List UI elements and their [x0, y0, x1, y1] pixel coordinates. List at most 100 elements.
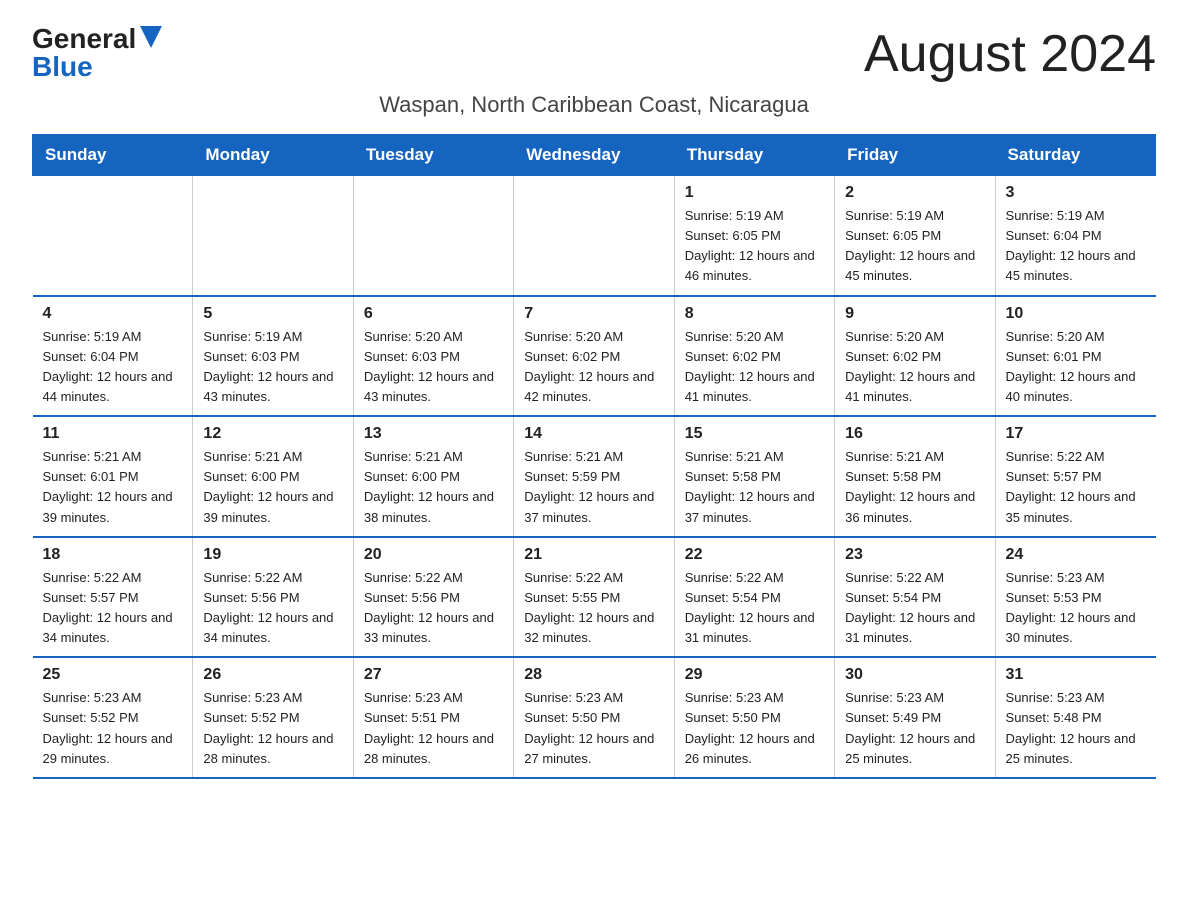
subtitle: Waspan, North Caribbean Coast, Nicaragua [32, 92, 1156, 118]
calendar-cell: 22 Sunrise: 5:22 AMSunset: 5:54 PMDayligh… [674, 537, 834, 658]
day-info: Sunrise: 5:19 AMSunset: 6:03 PMDaylight:… [203, 327, 342, 408]
day-info: Sunrise: 5:22 AMSunset: 5:55 PMDaylight:… [524, 568, 663, 649]
calendar-cell: 20 Sunrise: 5:22 AMSunset: 5:56 PMDayligh… [353, 537, 513, 658]
calendar-cell: 15 Sunrise: 5:21 AMSunset: 5:58 PMDayligh… [674, 416, 834, 537]
header-sunday: Sunday [33, 135, 193, 176]
day-number: 12 [203, 425, 342, 443]
calendar-cell: 24 Sunrise: 5:23 AMSunset: 5:53 PMDayligh… [995, 537, 1155, 658]
calendar-cell [33, 176, 193, 296]
calendar-cell: 23Sunrise: 5:22 AMSunset: 5:54 PMDayligh… [835, 537, 995, 658]
day-info: Sunrise: 5:20 AMSunset: 6:03 PMDaylight:… [364, 327, 503, 408]
day-info: Sunrise: 5:22 AMSunset: 5:56 PMDaylight:… [364, 568, 503, 649]
calendar-cell [193, 176, 353, 296]
day-number: 7 [524, 305, 663, 323]
day-number: 2 [845, 184, 984, 202]
day-number: 15 [685, 425, 824, 443]
logo-triangle-icon [140, 26, 162, 48]
calendar-cell: 29Sunrise: 5:23 AMSunset: 5:50 PMDayligh… [674, 657, 834, 778]
calendar-cell [353, 176, 513, 296]
page-title: August 2024 [864, 24, 1156, 84]
header-saturday: Saturday [995, 135, 1155, 176]
header-monday: Monday [193, 135, 353, 176]
calendar-cell: 11 Sunrise: 5:21 AMSunset: 6:01 PMDayligh… [33, 416, 193, 537]
day-info: Sunrise: 5:22 AMSunset: 5:57 PMDaylight:… [43, 568, 183, 649]
day-info: Sunrise: 5:20 AMSunset: 6:01 PMDaylight:… [1006, 327, 1146, 408]
day-info: Sunrise: 5:21 AMSunset: 6:00 PMDaylight:… [203, 447, 342, 528]
day-info: Sunrise: 5:19 AMSunset: 6:04 PMDaylight:… [43, 327, 183, 408]
week-row-5: 25 Sunrise: 5:23 AMSunset: 5:52 PMDayligh… [33, 657, 1156, 778]
day-number: 11 [43, 425, 183, 443]
calendar-cell: 27Sunrise: 5:23 AMSunset: 5:51 PMDayligh… [353, 657, 513, 778]
day-info: Sunrise: 5:23 AMSunset: 5:48 PMDaylight:… [1006, 688, 1146, 769]
day-number: 9 [845, 305, 984, 323]
day-number: 20 [364, 546, 503, 564]
calendar-cell: 5 Sunrise: 5:19 AMSunset: 6:03 PMDaylight… [193, 296, 353, 417]
day-info: Sunrise: 5:23 AMSunset: 5:51 PMDaylight:… [364, 688, 503, 769]
header-friday: Friday [835, 135, 995, 176]
day-info: Sunrise: 5:21 AMSunset: 6:01 PMDaylight:… [43, 447, 183, 528]
calendar-cell: 17Sunrise: 5:22 AMSunset: 5:57 PMDayligh… [995, 416, 1155, 537]
day-info: Sunrise: 5:22 AMSunset: 5:54 PMDaylight:… [685, 568, 824, 649]
week-row-2: 4Sunrise: 5:19 AMSunset: 6:04 PMDaylight… [33, 296, 1156, 417]
calendar: SundayMondayTuesdayWednesdayThursdayFrid… [32, 134, 1156, 779]
logo-general: General [32, 25, 136, 53]
calendar-cell: 9 Sunrise: 5:20 AMSunset: 6:02 PMDaylight… [835, 296, 995, 417]
logo-blue: Blue [32, 53, 93, 81]
header-tuesday: Tuesday [353, 135, 513, 176]
day-info: Sunrise: 5:21 AMSunset: 5:58 PMDaylight:… [685, 447, 824, 528]
day-info: Sunrise: 5:20 AMSunset: 6:02 PMDaylight:… [685, 327, 824, 408]
calendar-header-row: SundayMondayTuesdayWednesdayThursdayFrid… [33, 135, 1156, 176]
day-info: Sunrise: 5:22 AMSunset: 5:54 PMDaylight:… [845, 568, 984, 649]
calendar-cell [514, 176, 674, 296]
day-number: 24 [1006, 546, 1146, 564]
day-info: Sunrise: 5:19 AMSunset: 6:04 PMDaylight:… [1006, 206, 1146, 287]
day-number: 28 [524, 666, 663, 684]
header-wednesday: Wednesday [514, 135, 674, 176]
day-info: Sunrise: 5:22 AMSunset: 5:56 PMDaylight:… [203, 568, 342, 649]
day-number: 10 [1006, 305, 1146, 323]
day-info: Sunrise: 5:23 AMSunset: 5:52 PMDaylight:… [203, 688, 342, 769]
calendar-cell: 25 Sunrise: 5:23 AMSunset: 5:52 PMDayligh… [33, 657, 193, 778]
calendar-cell: 1Sunrise: 5:19 AMSunset: 6:05 PMDaylight… [674, 176, 834, 296]
calendar-cell: 14 Sunrise: 5:21 AMSunset: 5:59 PMDayligh… [514, 416, 674, 537]
day-number: 17 [1006, 425, 1146, 443]
logo: General Blue [32, 24, 162, 81]
calendar-cell: 30Sunrise: 5:23 AMSunset: 5:49 PMDayligh… [835, 657, 995, 778]
day-number: 25 [43, 666, 183, 684]
day-number: 19 [203, 546, 342, 564]
header-thursday: Thursday [674, 135, 834, 176]
calendar-cell: 16Sunrise: 5:21 AMSunset: 5:58 PMDayligh… [835, 416, 995, 537]
day-number: 31 [1006, 666, 1146, 684]
day-number: 30 [845, 666, 984, 684]
day-info: Sunrise: 5:20 AMSunset: 6:02 PMDaylight:… [524, 327, 663, 408]
day-number: 21 [524, 546, 663, 564]
day-info: Sunrise: 5:19 AMSunset: 6:05 PMDaylight:… [685, 206, 824, 287]
day-number: 8 [685, 305, 824, 323]
calendar-cell: 28 Sunrise: 5:23 AMSunset: 5:50 PMDayligh… [514, 657, 674, 778]
calendar-cell: 4Sunrise: 5:19 AMSunset: 6:04 PMDaylight… [33, 296, 193, 417]
day-number: 3 [1006, 184, 1146, 202]
calendar-cell: 21 Sunrise: 5:22 AMSunset: 5:55 PMDayligh… [514, 537, 674, 658]
day-info: Sunrise: 5:20 AMSunset: 6:02 PMDaylight:… [845, 327, 984, 408]
calendar-cell: 2 Sunrise: 5:19 AMSunset: 6:05 PMDaylight… [835, 176, 995, 296]
day-info: Sunrise: 5:23 AMSunset: 5:53 PMDaylight:… [1006, 568, 1146, 649]
day-number: 18 [43, 546, 183, 564]
day-info: Sunrise: 5:21 AMSunset: 5:59 PMDaylight:… [524, 447, 663, 528]
calendar-cell: 8 Sunrise: 5:20 AMSunset: 6:02 PMDaylight… [674, 296, 834, 417]
calendar-cell: 6Sunrise: 5:20 AMSunset: 6:03 PMDaylight… [353, 296, 513, 417]
calendar-cell: 19 Sunrise: 5:22 AMSunset: 5:56 PMDayligh… [193, 537, 353, 658]
day-number: 14 [524, 425, 663, 443]
week-row-4: 18 Sunrise: 5:22 AMSunset: 5:57 PMDayligh… [33, 537, 1156, 658]
day-info: Sunrise: 5:23 AMSunset: 5:50 PMDaylight:… [524, 688, 663, 769]
day-info: Sunrise: 5:23 AMSunset: 5:50 PMDaylight:… [685, 688, 824, 769]
calendar-cell: 3 Sunrise: 5:19 AMSunset: 6:04 PMDaylight… [995, 176, 1155, 296]
day-info: Sunrise: 5:23 AMSunset: 5:52 PMDaylight:… [43, 688, 183, 769]
calendar-cell: 12 Sunrise: 5:21 AMSunset: 6:00 PMDayligh… [193, 416, 353, 537]
calendar-cell: 13Sunrise: 5:21 AMSunset: 6:00 PMDayligh… [353, 416, 513, 537]
day-number: 26 [203, 666, 342, 684]
day-info: Sunrise: 5:21 AMSunset: 6:00 PMDaylight:… [364, 447, 503, 528]
day-number: 22 [685, 546, 824, 564]
calendar-cell: 31 Sunrise: 5:23 AMSunset: 5:48 PMDayligh… [995, 657, 1155, 778]
day-info: Sunrise: 5:19 AMSunset: 6:05 PMDaylight:… [845, 206, 984, 287]
day-number: 5 [203, 305, 342, 323]
